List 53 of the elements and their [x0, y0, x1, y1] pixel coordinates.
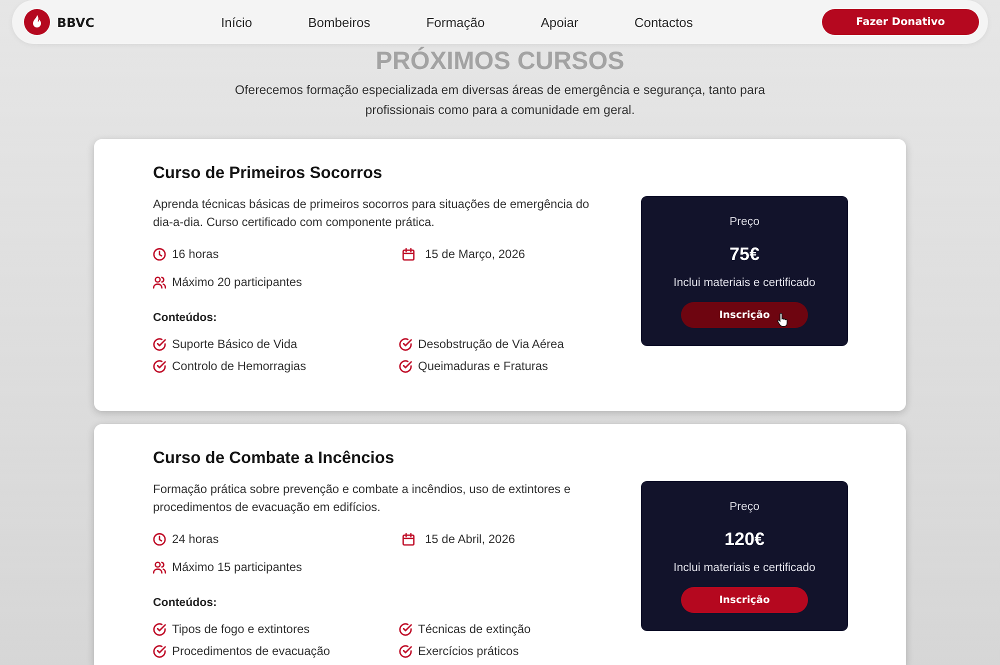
clock-icon — [153, 532, 166, 546]
section-heading: PRÓXIMOS CURSOS — [376, 47, 624, 75]
nav-link[interactable]: Contactos — [634, 14, 693, 30]
course-title: Curso de Primeiros Socorros — [153, 163, 382, 183]
price-label: Preço — [729, 215, 760, 230]
check-circle-icon — [399, 360, 412, 372]
course-detail: Máximo 15 participantes — [172, 560, 302, 574]
calendar-icon — [402, 532, 415, 546]
content-item: Procedimentos de evacuação — [172, 644, 330, 658]
content-item: Técnicas de extinção — [418, 622, 531, 636]
course-detail: 16 horas — [172, 247, 219, 261]
nav-link[interactable]: Bombeiros — [308, 14, 370, 30]
enroll-button[interactable]: Inscrição — [681, 302, 808, 328]
course-description: Formação prática sobre prevenção e combate a incêndios, uso de extintores e procedimentos de evacuação em edifícios. — [153, 481, 572, 516]
course-detail: 24 horas — [172, 532, 219, 546]
check-circle-icon — [153, 644, 166, 658]
contents-heading: Conteúdos: — [153, 312, 217, 324]
check-circle-icon — [399, 338, 412, 350]
check-circle-icon — [399, 644, 412, 658]
nav-link[interactable]: Formação — [426, 14, 485, 30]
content-item: Queimaduras e Fraturas — [418, 359, 548, 373]
price-label: Preço — [729, 500, 760, 515]
check-circle-icon — [153, 360, 166, 372]
check-circle-icon — [153, 622, 166, 636]
price-note: Inclui materiais e certificado — [674, 276, 816, 291]
course-detail: 15 de Abril, 2026 — [425, 532, 516, 546]
content-item: Controlo de Hemorragias — [172, 359, 306, 373]
section-subtitle: Oferecemos formação especializada em diversas áreas de emergência e segurança, tanto para profissionais como para a comunidade em geral. — [234, 82, 766, 119]
content-item: Suporte Básico de Vida — [172, 337, 298, 351]
course-detail: Máximo 20 participantes — [172, 275, 302, 289]
content-item: Exercícios práticos — [418, 644, 519, 658]
calendar-icon — [402, 248, 415, 260]
contents-heading: Conteúdos: — [153, 597, 217, 609]
content-item: Tipos de fogo e extintores — [172, 622, 310, 636]
hand-cursor-icon — [777, 313, 788, 327]
check-circle-icon — [399, 622, 412, 636]
price-note: Inclui materiais e certificado — [674, 561, 816, 576]
enroll-button[interactable]: Inscrição — [681, 587, 808, 613]
check-circle-icon — [153, 338, 166, 350]
course-title: Curso de Combate a Incêncios — [153, 448, 394, 468]
donate-button[interactable]: Fazer Donativo — [822, 9, 979, 35]
people-icon — [153, 560, 166, 574]
people-icon — [153, 276, 166, 288]
brand-name: BBVC — [57, 14, 94, 30]
course-detail: 15 de Março, 2026 — [425, 247, 526, 261]
price-value: 120€ — [724, 528, 765, 550]
course-description: Aprenda técnicas básicas de primeiros socorros para situações de emergência do dia-a-dia. Curso certificado com componente prática. — [153, 196, 590, 231]
nav-link[interactable]: Apoiar — [540, 14, 578, 30]
price-value: 75€ — [729, 243, 760, 265]
nav-link[interactable]: Início — [221, 14, 252, 30]
clock-icon — [153, 248, 166, 260]
content-item: Desobstrução de Via Aérea — [418, 337, 564, 351]
flame-logo-icon[interactable] — [24, 9, 50, 35]
